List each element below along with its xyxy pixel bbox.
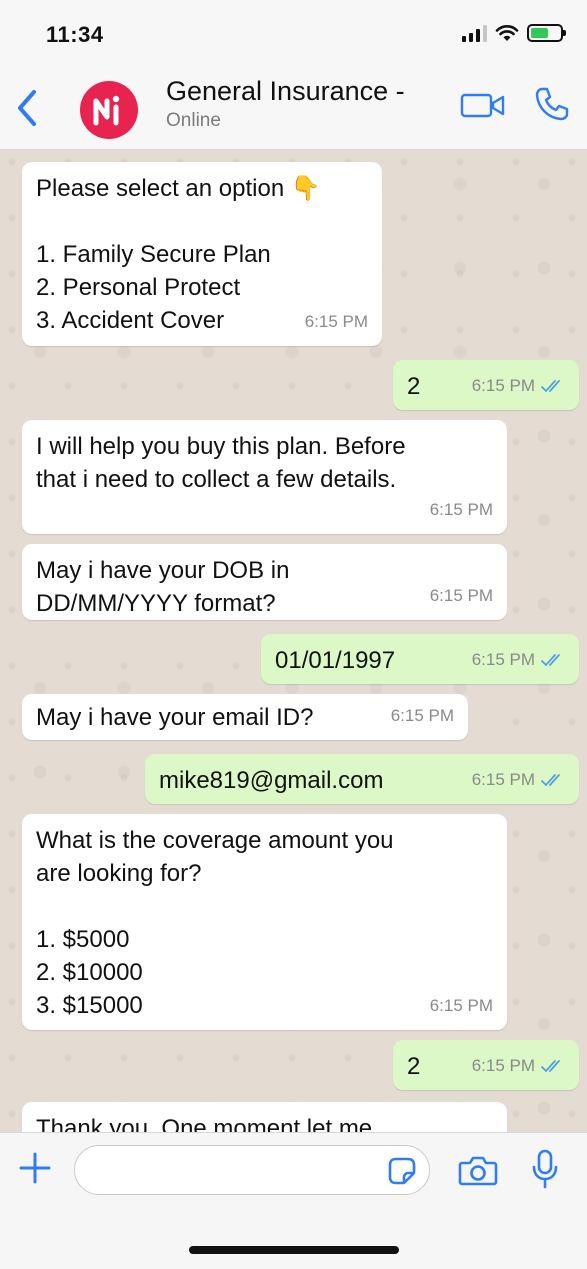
double-check-icon (541, 773, 560, 786)
message-outgoing[interactable]: 2 6:15 PM (393, 360, 579, 410)
top-bar: 11:34 General Insurance - Online (0, 0, 587, 150)
chat-area[interactable]: Please select an option 👇 1. Family Secu… (0, 150, 587, 1132)
message-incoming[interactable]: I will help you buy this plan. Before th… (22, 420, 507, 534)
contact-status: Online (166, 110, 221, 131)
microphone-icon[interactable] (530, 1149, 560, 1189)
message-time: 6:15 PM (471, 376, 535, 395)
avatar[interactable] (80, 81, 138, 139)
message-time: 6:15 PM (429, 586, 493, 605)
signal-icon (462, 24, 487, 42)
status-time: 11:34 (46, 22, 104, 47)
message-time: 6:15 PM (390, 706, 454, 725)
status-icons (462, 24, 566, 42)
home-indicator (189, 1246, 399, 1254)
message-outgoing[interactable]: 2 6:15 PM (393, 1040, 579, 1090)
message-time: 6:15 PM (429, 996, 493, 1015)
message-incoming[interactable]: May i have your email ID? 6:15 PM (22, 694, 468, 740)
message-incoming[interactable]: May i have your DOB in DD/MM/YYYY format… (22, 544, 507, 620)
double-check-icon (541, 1059, 560, 1072)
message-time: 6:15 PM (471, 1056, 535, 1075)
message-incoming[interactable]: Thank you. One moment let me (22, 1102, 507, 1132)
camera-icon[interactable] (458, 1153, 498, 1187)
message-time: 6:15 PM (471, 770, 535, 789)
message-incoming[interactable]: What is the coverage amount you are look… (22, 814, 507, 1030)
sticker-icon[interactable] (386, 1155, 418, 1187)
message-incoming[interactable]: Please select an option 👇 1. Family Secu… (22, 162, 382, 346)
message-input[interactable] (74, 1145, 430, 1195)
double-check-icon (541, 653, 560, 666)
brand-logo-icon (93, 95, 120, 126)
chevron-left-icon[interactable] (12, 88, 42, 128)
phone-icon[interactable] (534, 86, 570, 122)
message-outgoing[interactable]: mike819@gmail.com 6:15 PM (145, 754, 579, 804)
message-time: 6:15 PM (471, 650, 535, 669)
message-time: 6:15 PM (304, 312, 368, 331)
video-camera-icon[interactable] (460, 90, 506, 120)
wifi-icon (495, 25, 519, 41)
contact-name[interactable]: General Insurance - (166, 76, 405, 107)
message-text: What is the coverage amount you are look… (36, 827, 394, 1019)
message-text: I will help you buy this plan. Before th… (36, 433, 406, 493)
message-text: Thank you. One moment let me (36, 1115, 373, 1132)
message-outgoing[interactable]: 01/01/1997 6:15 PM (261, 634, 579, 684)
composer-bar (0, 1132, 587, 1269)
message-time: 6:15 PM (429, 500, 493, 519)
double-check-icon (541, 379, 560, 392)
battery-icon (527, 24, 566, 42)
message-text: May i have your DOB in DD/MM/YYYY format… (36, 557, 290, 617)
plus-icon[interactable] (18, 1151, 52, 1185)
